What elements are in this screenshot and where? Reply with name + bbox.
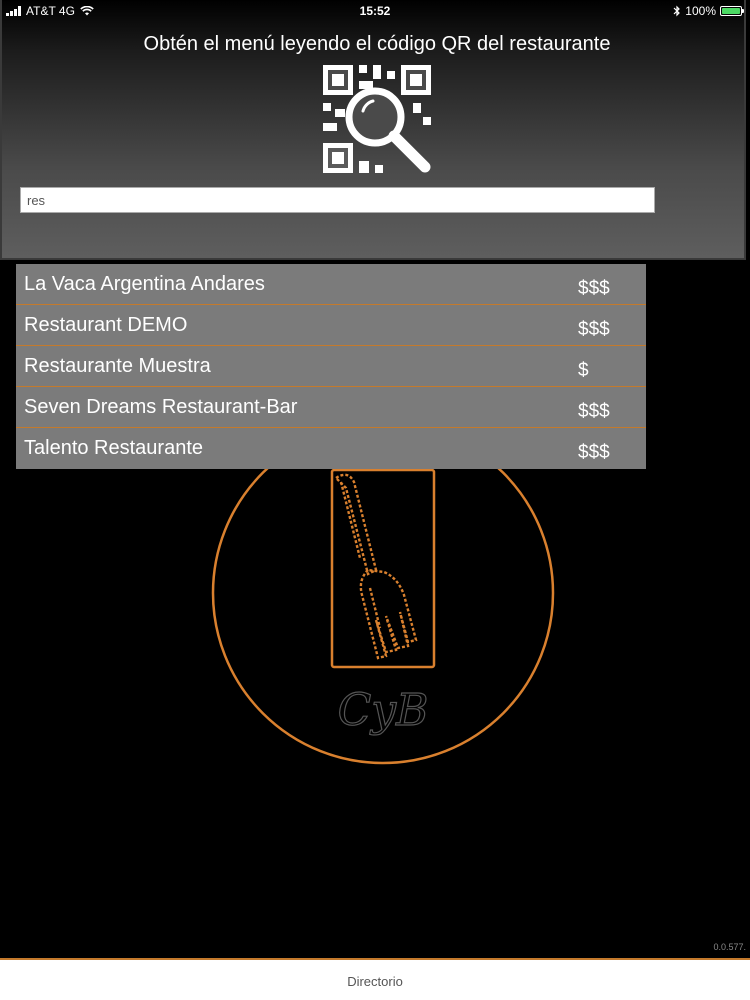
search-input[interactable] [20, 187, 655, 213]
header-panel: Obtén el menú leyendo el código QR del r… [0, 0, 746, 260]
status-bar: AT&T 4G 15:52 100% [0, 0, 750, 22]
result-name: La Vaca Argentina Andares [24, 273, 265, 295]
result-price: $$$ [578, 278, 610, 299]
logo-text: CyB [338, 685, 429, 736]
results-list: La Vaca Argentina Andares $$$ Restaurant… [16, 264, 646, 469]
battery-fill [722, 8, 740, 14]
result-item[interactable]: Seven Dreams Restaurant-Bar $$$ [16, 387, 646, 428]
result-item[interactable]: Restaurant DEMO $$$ [16, 305, 646, 346]
fork-icon [334, 473, 418, 660]
result-name: Restaurant DEMO [24, 314, 188, 336]
result-price: $$$ [578, 401, 610, 422]
result-price: $$$ [578, 319, 610, 340]
result-name: Restaurante Muestra [24, 355, 211, 377]
bluetooth-icon [673, 5, 681, 17]
result-price: $$$ [578, 442, 610, 463]
restaurant-logo: CyB [211, 421, 555, 765]
status-time: 15:52 [359, 4, 391, 18]
qr-search-icon[interactable] [323, 65, 431, 173]
result-item[interactable]: La Vaca Argentina Andares $$$ [16, 264, 646, 305]
result-name: Seven Dreams Restaurant-Bar [24, 396, 298, 418]
status-right: 100% [673, 4, 744, 18]
tab-bar: Directorio [0, 958, 750, 1000]
version-label: 0.0.577. [713, 942, 746, 952]
battery-label: 100% [685, 4, 716, 18]
battery-icon [720, 6, 744, 16]
result-item[interactable]: Restaurante Muestra $ [16, 346, 646, 387]
tab-directorio[interactable]: Directorio [0, 974, 750, 989]
result-price: $ [578, 360, 589, 381]
header-title: Obtén el menú leyendo el código QR del r… [143, 33, 611, 55]
result-name: Talento Restaurante [24, 437, 204, 459]
result-item[interactable]: Talento Restaurante $$$ [16, 428, 646, 469]
